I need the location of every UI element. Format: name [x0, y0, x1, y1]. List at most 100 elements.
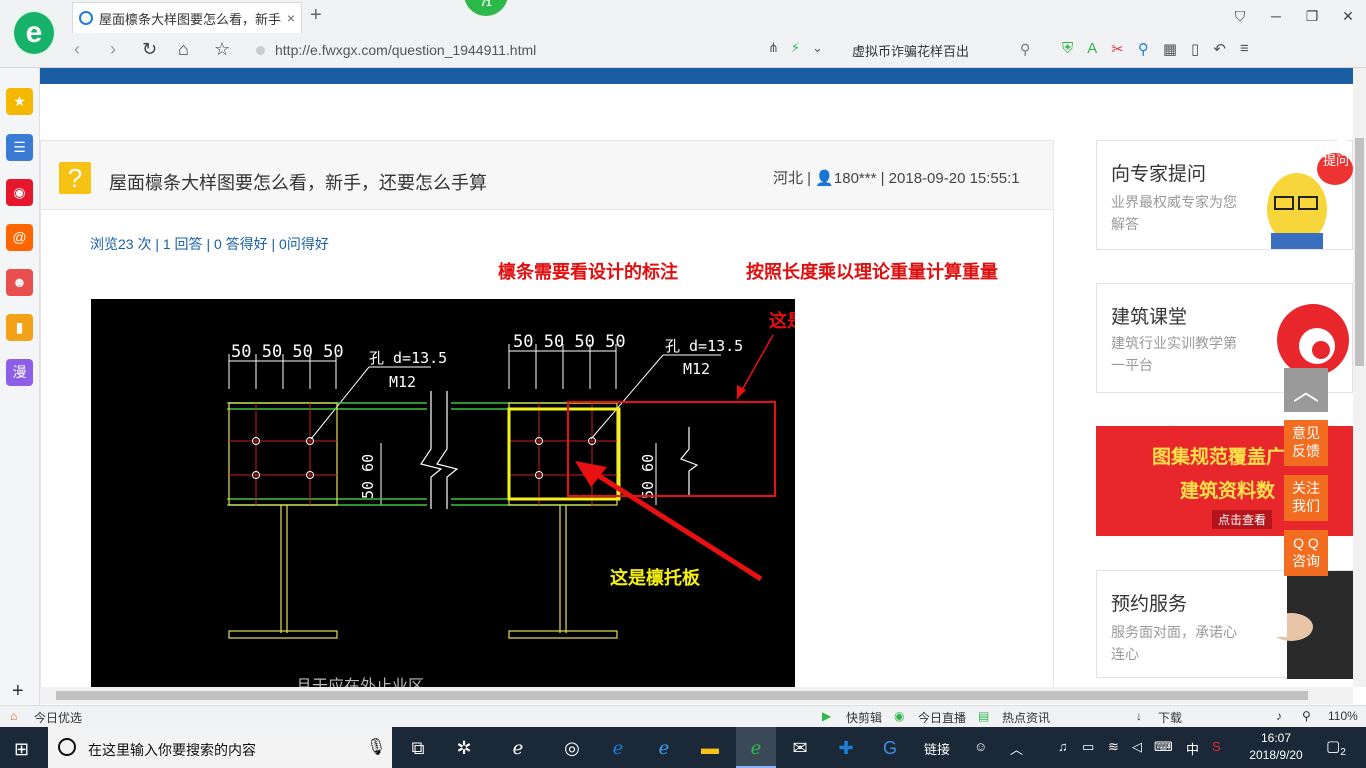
web-page: ? 屋面檩条大样图要怎么看，新手，还要怎么手算 河北 | 👤180*** | 2…: [40, 68, 1353, 687]
horizontal-scroll-thumb[interactable]: [56, 691, 1308, 700]
vertical-scroll-thumb[interactable]: [1355, 138, 1364, 366]
apps-icon[interactable]: ▦: [1163, 40, 1177, 58]
skin-icon[interactable]: ⛉: [1222, 0, 1258, 33]
microphone-icon[interactable]: 🎙: [366, 737, 386, 757]
hole-label-left: 孔 d=13.5: [369, 349, 447, 367]
undo-icon[interactable]: ↶: [1213, 40, 1226, 58]
shield-icon[interactable]: ⛨: [1062, 40, 1073, 58]
site-info-icon[interactable]: [256, 45, 265, 55]
forward-icon[interactable]: ›: [110, 39, 116, 60]
file-explorer-icon[interactable]: ▬: [692, 733, 728, 763]
status-bar: ⌂ 今日优选 ▶ 快剪辑 ◉ 今日直播 ▤ 热点资讯 ↓ 下载 ♪ ⚲ 110%: [0, 705, 1366, 727]
share-icon[interactable]: ⋔: [768, 40, 779, 56]
ie-app-icon[interactable]: ℯ: [500, 733, 536, 763]
vertical-scrollbar[interactable]: [1353, 68, 1366, 687]
weibo-icon[interactable]: ◉: [6, 179, 33, 206]
ie-app-icon-2[interactable]: ℯ: [646, 733, 682, 763]
favorites-icon[interactable]: ★: [6, 88, 33, 115]
ask-bubble[interactable]: 点击提问: [1323, 137, 1353, 169]
translate-icon[interactable]: A: [1087, 40, 1097, 58]
browser-logo[interactable]: e: [10, 8, 58, 58]
follow-us-button[interactable]: 关注我们: [1284, 475, 1328, 521]
people-icon[interactable]: ☺: [974, 739, 987, 754]
qq-consult-button[interactable]: Q Q咨询: [1284, 530, 1328, 576]
address-tools: ⋔ ⚡ ⌄: [768, 40, 823, 56]
tablet-icon[interactable]: ▯: [1191, 40, 1199, 58]
action-center-icon[interactable]: ▢2: [1326, 737, 1346, 758]
horizontal-scrollbar[interactable]: [40, 687, 1353, 704]
home-icon[interactable]: ⌂: [178, 39, 189, 60]
speaker-icon[interactable]: ◁: [1132, 739, 1142, 755]
minimize-button[interactable]: ─: [1258, 0, 1294, 33]
question-stats[interactable]: 浏览23 次 | 1 回答 | 0 答得好 | 0问得好: [90, 234, 329, 254]
comic-icon[interactable]: 漫: [6, 359, 33, 386]
question-meta: 河北 | 👤180*** | 2018-09-20 15:55:1: [773, 170, 1020, 187]
promo-line-1: 图集规范覆盖广: [1152, 447, 1286, 468]
browser-app-icon[interactable]: ◎: [554, 733, 590, 763]
status-item-3[interactable]: 下载: [1158, 709, 1182, 726]
cad-drawing-image[interactable]: 50 50 50 50 50 50 50 50 孔 d=13.5 M12 孔 d…: [91, 299, 795, 687]
new-tab-button[interactable]: +: [310, 4, 322, 27]
news-icon[interactable]: ☰: [6, 134, 33, 161]
status-item-0[interactable]: 快剪辑: [846, 709, 882, 726]
battery-icon[interactable]: ▭: [1082, 739, 1094, 755]
sogou-icon[interactable]: S: [1212, 739, 1221, 754]
tab-title: 屋面檩条大样图要怎么看，新手，: [99, 11, 281, 27]
active-browser-app-icon[interactable]: ℯ: [738, 733, 774, 763]
search-suggestion[interactable]: 虚拟币诈骗花样百出: [852, 41, 969, 60]
video-edit-icon: ▶: [822, 709, 832, 723]
ask-expert-card[interactable]: 向专家提问 业界最权威专家为您解答 点击提问: [1096, 137, 1353, 250]
today-picks-link[interactable]: 今日优选: [34, 709, 82, 726]
close-button[interactable]: ✕: [1330, 0, 1366, 33]
taskbar-search-placeholder[interactable]: 在这里输入你要搜索的内容: [88, 740, 256, 760]
taskbar-search-box[interactable]: 在这里输入你要搜索的内容 🎙: [48, 727, 392, 768]
tab-close-button[interactable]: ×: [287, 10, 295, 26]
bracket-arrow: [589, 468, 763, 582]
dropdown-icon[interactable]: ⌄: [812, 40, 823, 56]
promo-cta[interactable]: 点击查看: [1212, 510, 1273, 529]
wifi-icon[interactable]: ≋: [1108, 739, 1119, 755]
url-text[interactable]: http://e.fwxgx.com/question_1944911.html: [275, 42, 536, 58]
windows-start-icon[interactable]: ⊞: [14, 739, 29, 760]
speed-icon[interactable]: ⚡: [791, 40, 800, 56]
tray-expand-icon[interactable]: ︿: [1010, 739, 1023, 758]
scissors-icon[interactable]: ✂: [1111, 40, 1124, 58]
answer-note-2: 按照长度乘以理论重量计算重量: [746, 262, 998, 283]
appointment-title: 预约服务: [1111, 594, 1188, 615]
bookmark-star-icon[interactable]: ☆: [214, 39, 230, 60]
feedback-button[interactable]: 意见反馈: [1284, 420, 1328, 466]
appointment-card[interactable]: 预约服务 服务面对面，承诺心连心: [1096, 570, 1353, 679]
refresh-icon[interactable]: ↻: [142, 39, 157, 60]
g-app-icon[interactable]: G: [872, 733, 908, 763]
browser-tab[interactable]: 屋面檩条大样图要怎么看，新手， ×: [72, 2, 302, 33]
back-to-top-button[interactable]: ︿: [1284, 368, 1328, 412]
side-dim-right: 50 60: [639, 454, 657, 499]
dim-text-right: 50 50 50 50: [513, 332, 626, 352]
find-icon[interactable]: ⚲: [1138, 40, 1149, 58]
pinwheel-app-icon[interactable]: ✲: [446, 733, 482, 763]
mail-app-icon[interactable]: ✉: [782, 733, 818, 763]
volume-icon[interactable]: ♪: [1276, 709, 1282, 723]
task-view-icon[interactable]: ⧉: [400, 733, 436, 763]
sidebar-add-button[interactable]: +: [12, 680, 24, 703]
mail-icon[interactable]: @: [6, 224, 33, 251]
status-item-2[interactable]: 热点资讯: [1002, 709, 1050, 726]
notification-bell-icon[interactable]: ♫: [1058, 739, 1068, 754]
edge-app-icon[interactable]: ℯ: [600, 733, 636, 763]
system-clock[interactable]: 16:07 2018/9/20: [1246, 730, 1306, 764]
notification-badge[interactable]: 71: [464, 0, 508, 16]
gift-icon: ⌂: [10, 709, 18, 723]
remote-app-icon[interactable]: ✚: [828, 733, 864, 763]
restore-button[interactable]: ❐: [1294, 0, 1330, 33]
book-icon[interactable]: ▮: [6, 314, 33, 341]
menu-icon[interactable]: ≡: [1240, 40, 1249, 58]
game-icon[interactable]: ☻: [6, 269, 33, 296]
zoom-icon: ⚲: [1302, 709, 1311, 723]
zoom-level[interactable]: 110%: [1328, 709, 1358, 723]
ime-indicator[interactable]: 中: [1186, 739, 1199, 758]
tray-link-label[interactable]: 链接: [924, 739, 950, 758]
search-icon[interactable]: ⚲: [1020, 41, 1030, 58]
status-item-1[interactable]: 今日直播: [918, 709, 966, 726]
keyboard-icon[interactable]: ⌨: [1154, 739, 1173, 755]
back-icon[interactable]: ‹: [74, 39, 80, 60]
